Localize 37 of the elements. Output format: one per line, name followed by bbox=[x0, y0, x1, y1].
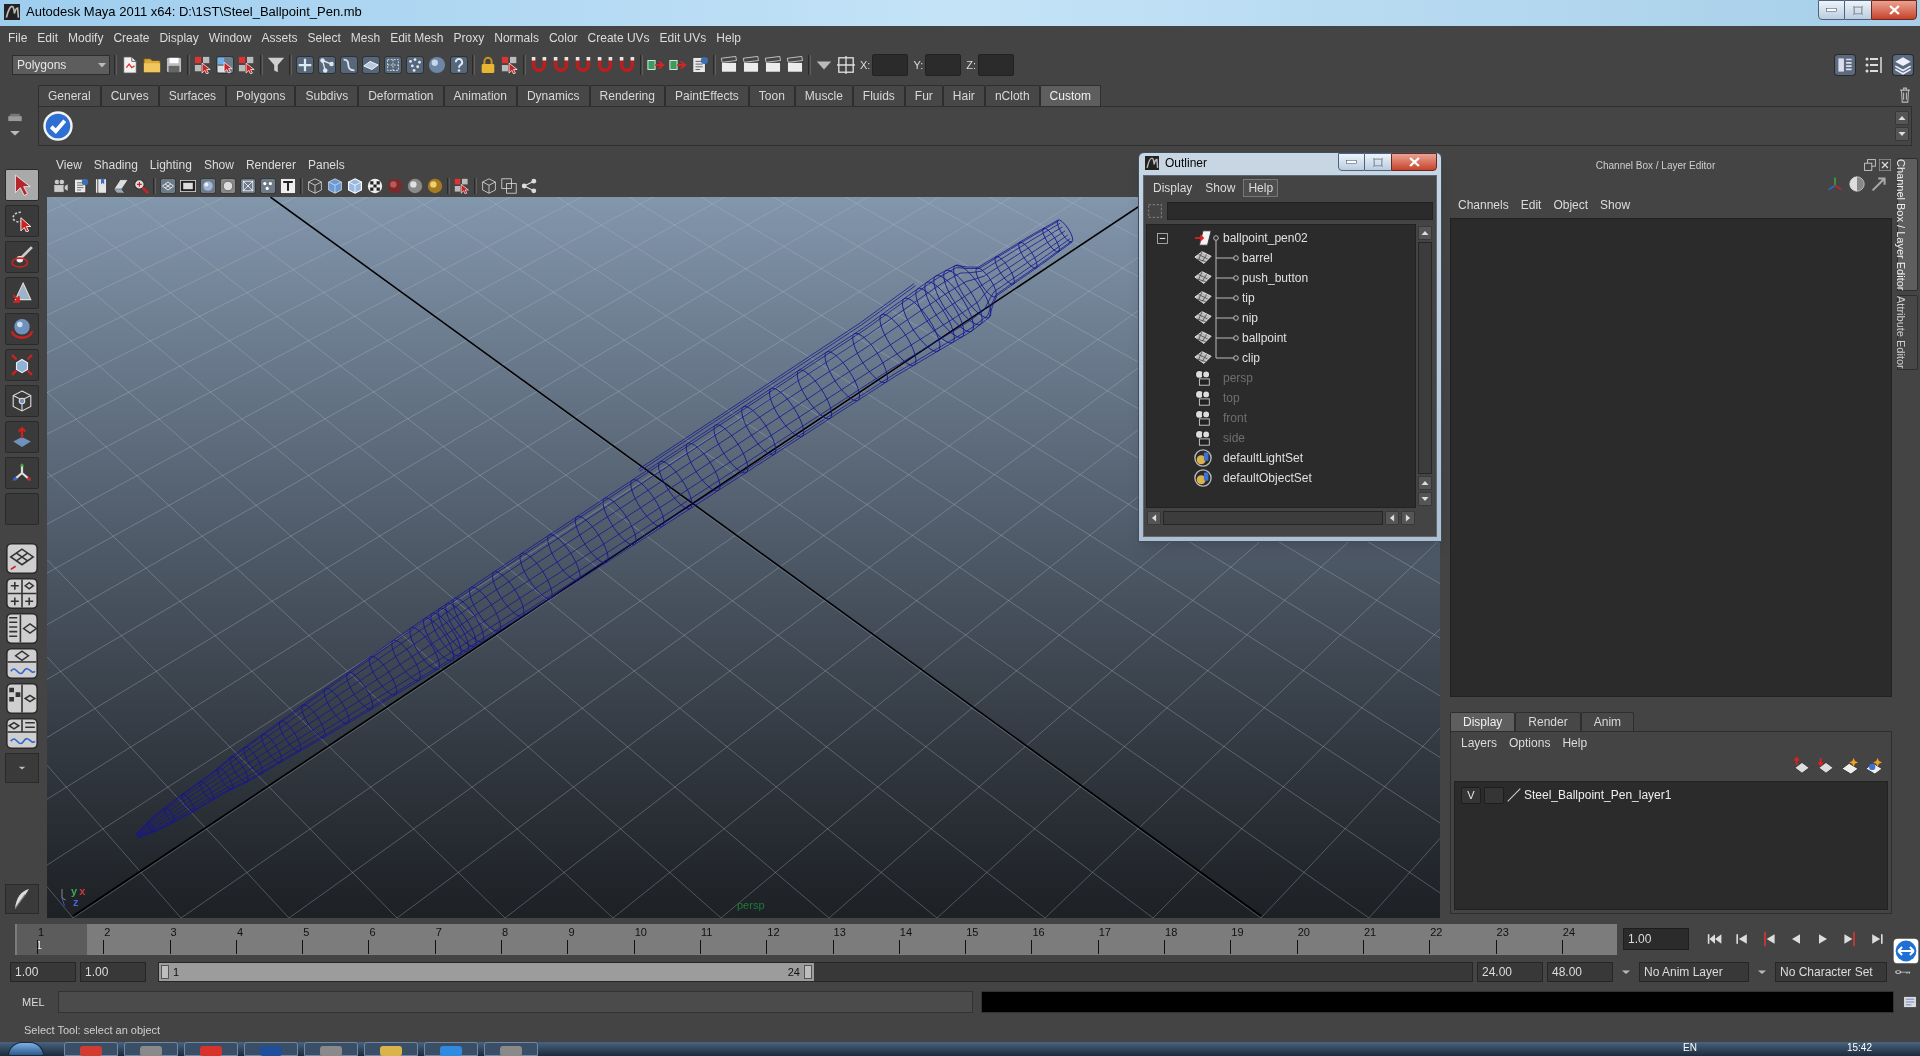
frame-number: 4 bbox=[236, 924, 243, 940]
frame-number: 2 bbox=[104, 924, 111, 940]
window-title: Outliner bbox=[1165, 155, 1208, 172]
window-title: Autodesk Maya 2011 x64: D:\1ST\Steel_Ballpoint_Pen.mb bbox=[26, 3, 362, 22]
frame-number: 22 bbox=[1430, 924, 1443, 940]
frame-number: 14 bbox=[899, 924, 913, 940]
axis-label: z bbox=[73, 897, 80, 908]
frame-number: 6 bbox=[369, 924, 376, 940]
frame-number: 1 bbox=[38, 924, 45, 940]
frame-number: 23 bbox=[1496, 924, 1509, 940]
frame-number: 11 bbox=[700, 924, 713, 940]
panel-title: Channel Box / Layer Editor bbox=[1594, 158, 1717, 173]
field-label: Y: bbox=[913, 57, 924, 73]
range-start-label: 1 bbox=[173, 964, 180, 980]
camera-name: persp bbox=[737, 897, 765, 913]
frame-number: 24 bbox=[1562, 924, 1576, 940]
field-label: X: bbox=[860, 57, 871, 73]
frame-number: 8 bbox=[502, 924, 509, 940]
axis-label: x bbox=[79, 886, 86, 897]
frame-number: 5 bbox=[303, 924, 310, 940]
frame-number: 18 bbox=[1165, 924, 1178, 940]
frame-number: 7 bbox=[435, 924, 442, 940]
frame-number: 13 bbox=[833, 924, 846, 940]
frame-number: 19 bbox=[1231, 924, 1244, 940]
help-line-text: Select Tool: select an object bbox=[24, 1022, 161, 1038]
frame-number: 12 bbox=[767, 924, 780, 940]
frame-number: 20 bbox=[1297, 924, 1310, 940]
frame-number: 21 bbox=[1363, 924, 1377, 940]
field-label: Z: bbox=[966, 57, 976, 73]
axis-label: y bbox=[71, 886, 78, 897]
frame-number: 17 bbox=[1098, 924, 1111, 940]
frame-number: 10 bbox=[634, 924, 647, 940]
frame-number: 9 bbox=[568, 924, 575, 940]
frame-number: 15 bbox=[966, 924, 979, 940]
frame-number: 16 bbox=[1032, 924, 1045, 940]
range-end-label: 24 bbox=[787, 964, 800, 980]
frame-number: 3 bbox=[170, 924, 177, 940]
